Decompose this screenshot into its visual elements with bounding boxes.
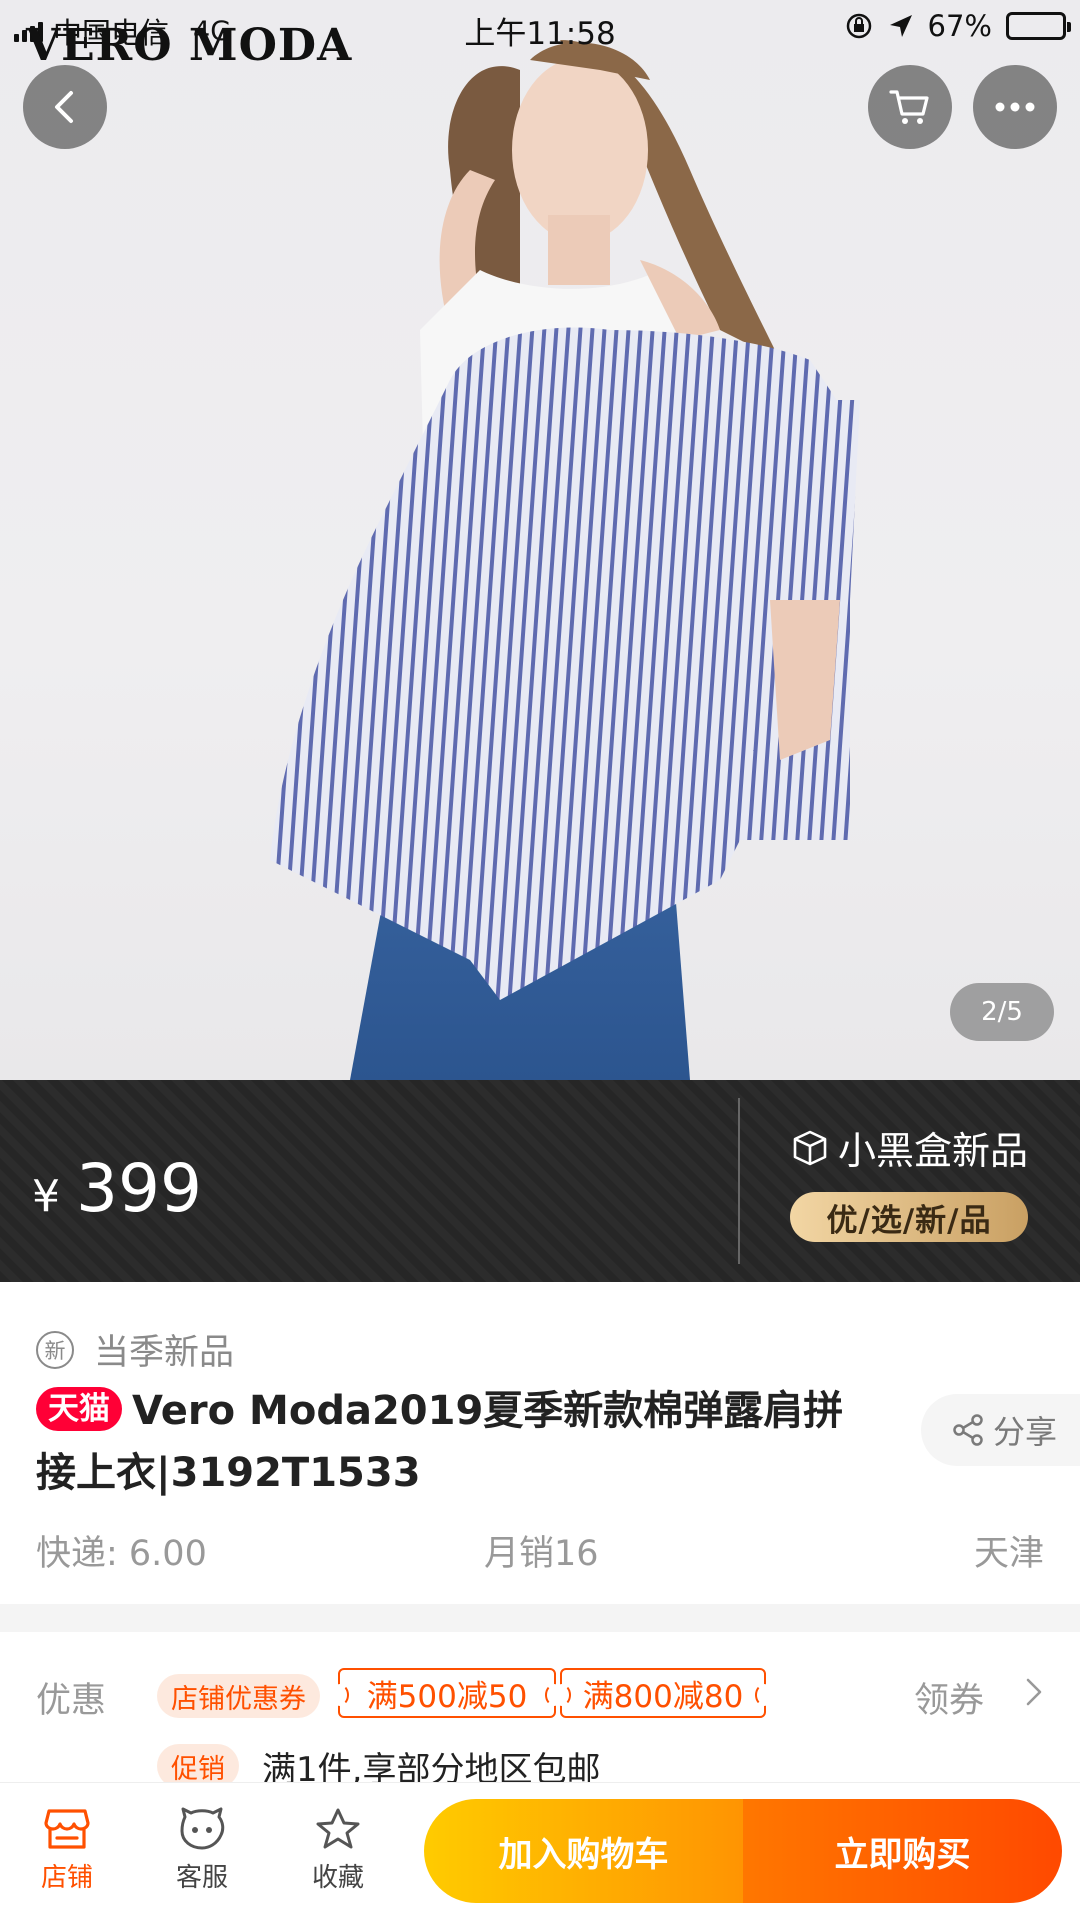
shop-tab-label: 店铺	[40, 1863, 93, 1893]
tmall-badge: 天猫	[36, 1387, 122, 1431]
more-icon	[995, 102, 1035, 112]
season-label: 新 当季新品	[36, 1324, 234, 1375]
cart-button[interactable]	[868, 65, 952, 149]
coupon-ticket[interactable]: 满800减80	[553, 1668, 773, 1718]
cart-icon	[889, 90, 929, 124]
shop-tab[interactable]: 店铺	[12, 1807, 122, 1894]
black-box-tagline: 优/选/新/品	[790, 1192, 1028, 1242]
share-button[interactable]: 分享	[921, 1394, 1080, 1466]
share-label: 分享	[993, 1413, 1058, 1451]
more-button[interactable]	[973, 65, 1057, 149]
black-box-title: 小黑盒新品	[838, 1129, 1029, 1173]
back-icon	[55, 91, 73, 123]
customer-service-icon	[180, 1807, 225, 1850]
image-pager: 2/5	[950, 983, 1054, 1041]
favorite-tab[interactable]: 收藏	[283, 1807, 393, 1894]
coupon-ticket[interactable]: 满500减50	[331, 1668, 563, 1718]
season-text: 当季新品	[94, 1333, 235, 1373]
offers-section[interactable]: 优惠 店铺优惠券 满500减50 满800减80 领券 促销 满1件,享部分地区…	[0, 1632, 1080, 1802]
battery-icon	[1006, 12, 1071, 40]
price-band: ¥ 399 小黑盒新品 优/选/新/品	[0, 1080, 1080, 1282]
customer-service-tab[interactable]: 客服	[147, 1807, 257, 1894]
chevron-right-icon	[1026, 1678, 1042, 1706]
currency-symbol: ¥	[32, 1171, 60, 1222]
orientation-lock-icon	[846, 13, 871, 39]
customer-service-label: 客服	[175, 1863, 228, 1893]
price-value: 399	[76, 1150, 202, 1227]
location-icon	[889, 15, 912, 37]
product-image-gallery[interactable]: 中国电信 4G 上午11:58 67% VERO MODA 2/5	[0, 0, 1080, 1080]
back-button[interactable]	[23, 65, 107, 149]
monthly-sales: 月销16	[484, 1534, 599, 1574]
cta-group: 加入购物车 立即购买	[424, 1799, 1062, 1903]
shop-icon	[44, 1809, 90, 1849]
divider	[738, 1098, 740, 1264]
shop-coupon-tag: 店铺优惠券	[157, 1674, 320, 1718]
offers-label: 优惠	[36, 1681, 107, 1721]
product-title: 天猫 Vero Moda2019夏季新款棉弹露肩拼接上衣|3192T1533	[36, 1380, 876, 1504]
get-coupon-link[interactable]: 领券	[914, 1672, 984, 1723]
share-icon	[953, 1414, 983, 1446]
buy-now-button[interactable]: 立即购买	[743, 1799, 1062, 1903]
battery-percent: 67%	[927, 9, 992, 43]
product-photo	[270, 40, 860, 1080]
brand-logo: VERO MODA	[26, 20, 353, 71]
add-to-cart-button[interactable]: 加入购物车	[424, 1799, 743, 1903]
star-icon	[316, 1808, 360, 1849]
price: ¥ 399	[32, 1150, 202, 1227]
box-icon	[793, 1130, 827, 1165]
shipping-fee: 快递: 6.00	[36, 1534, 207, 1574]
new-icon: 新	[36, 1330, 74, 1369]
bottom-action-bar: 店铺 客服 收藏 加入购物车 立即购买	[0, 1782, 1080, 1920]
black-box-badge[interactable]: 小黑盒新品	[790, 1120, 1028, 1175]
product-info: 新 当季新品 天猫 Vero Moda2019夏季新款棉弹露肩拼接上衣|3192T…	[0, 1282, 1080, 1604]
ship-from-location: 天津	[973, 1534, 1044, 1574]
favorite-label: 收藏	[311, 1863, 364, 1893]
product-title-text: Vero Moda2019夏季新款棉弹露肩拼接上衣|3192T1533	[36, 1388, 844, 1496]
